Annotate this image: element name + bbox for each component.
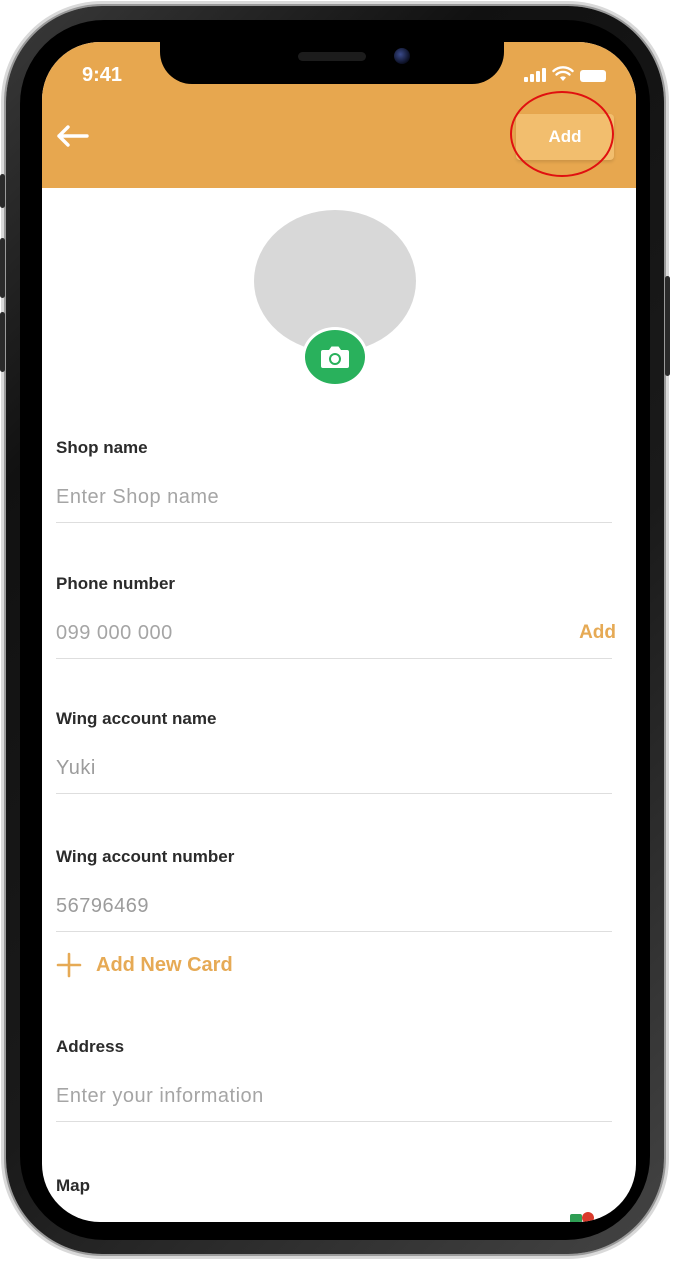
battery-icon — [580, 70, 606, 82]
add-phone-button[interactable]: Add — [579, 622, 616, 644]
side-button-volume-up — [0, 238, 5, 298]
wing-account-name-field: Wing account name Yuki — [56, 709, 612, 799]
status-time: 9:41 — [82, 64, 123, 86]
wifi-icon — [552, 66, 574, 81]
shop-name-field: Shop name — [56, 438, 612, 528]
address-input[interactable] — [56, 1081, 612, 1111]
shop-name-label: Shop name — [56, 438, 148, 457]
map-label: Map — [56, 1176, 90, 1195]
app-screen: 9:41 Add Shop name Enter Shop name Phone… — [42, 42, 636, 1222]
front-camera — [394, 48, 410, 64]
address-label: Address — [56, 1037, 125, 1056]
shop-name-underline — [56, 522, 612, 523]
cellular-signal-icon — [524, 68, 546, 82]
address-underline — [56, 1121, 612, 1122]
earpiece-speaker — [298, 52, 366, 61]
wing-account-name-label: Wing account name — [56, 709, 217, 728]
phone-number-underline — [56, 658, 612, 659]
side-button-volume-down — [0, 312, 5, 372]
side-button-mute — [0, 174, 5, 208]
add-new-card-button[interactable]: Add New Card — [56, 952, 233, 978]
phone-number-field: Phone number Add — [56, 574, 616, 664]
wing-account-number-label: Wing account number — [56, 847, 235, 866]
arrow-left-icon — [57, 125, 89, 147]
status-icons — [524, 66, 606, 82]
address-field: Address — [56, 1037, 612, 1127]
camera-icon — [321, 346, 349, 368]
upload-photo-button[interactable] — [302, 327, 368, 387]
phone-number-input[interactable] — [56, 618, 526, 648]
map-marker-icon[interactable] — [570, 1210, 596, 1222]
plus-icon — [56, 952, 82, 978]
side-button-power — [665, 276, 670, 376]
add-button[interactable]: Add — [516, 114, 614, 160]
phone-notch — [160, 42, 504, 84]
add-new-card-label: Add New Card — [96, 953, 233, 976]
wing-account-name-value[interactable]: Yuki — [56, 757, 612, 787]
back-button[interactable] — [54, 118, 90, 154]
shop-name-input[interactable] — [56, 482, 612, 512]
wing-account-number-underline — [56, 931, 612, 932]
wing-account-name-underline — [56, 793, 612, 794]
phone-number-label: Phone number — [56, 574, 176, 593]
wing-account-number-value[interactable]: 56796469 — [56, 895, 612, 925]
wing-account-number-field: Wing account number 56796469 — [56, 847, 612, 937]
